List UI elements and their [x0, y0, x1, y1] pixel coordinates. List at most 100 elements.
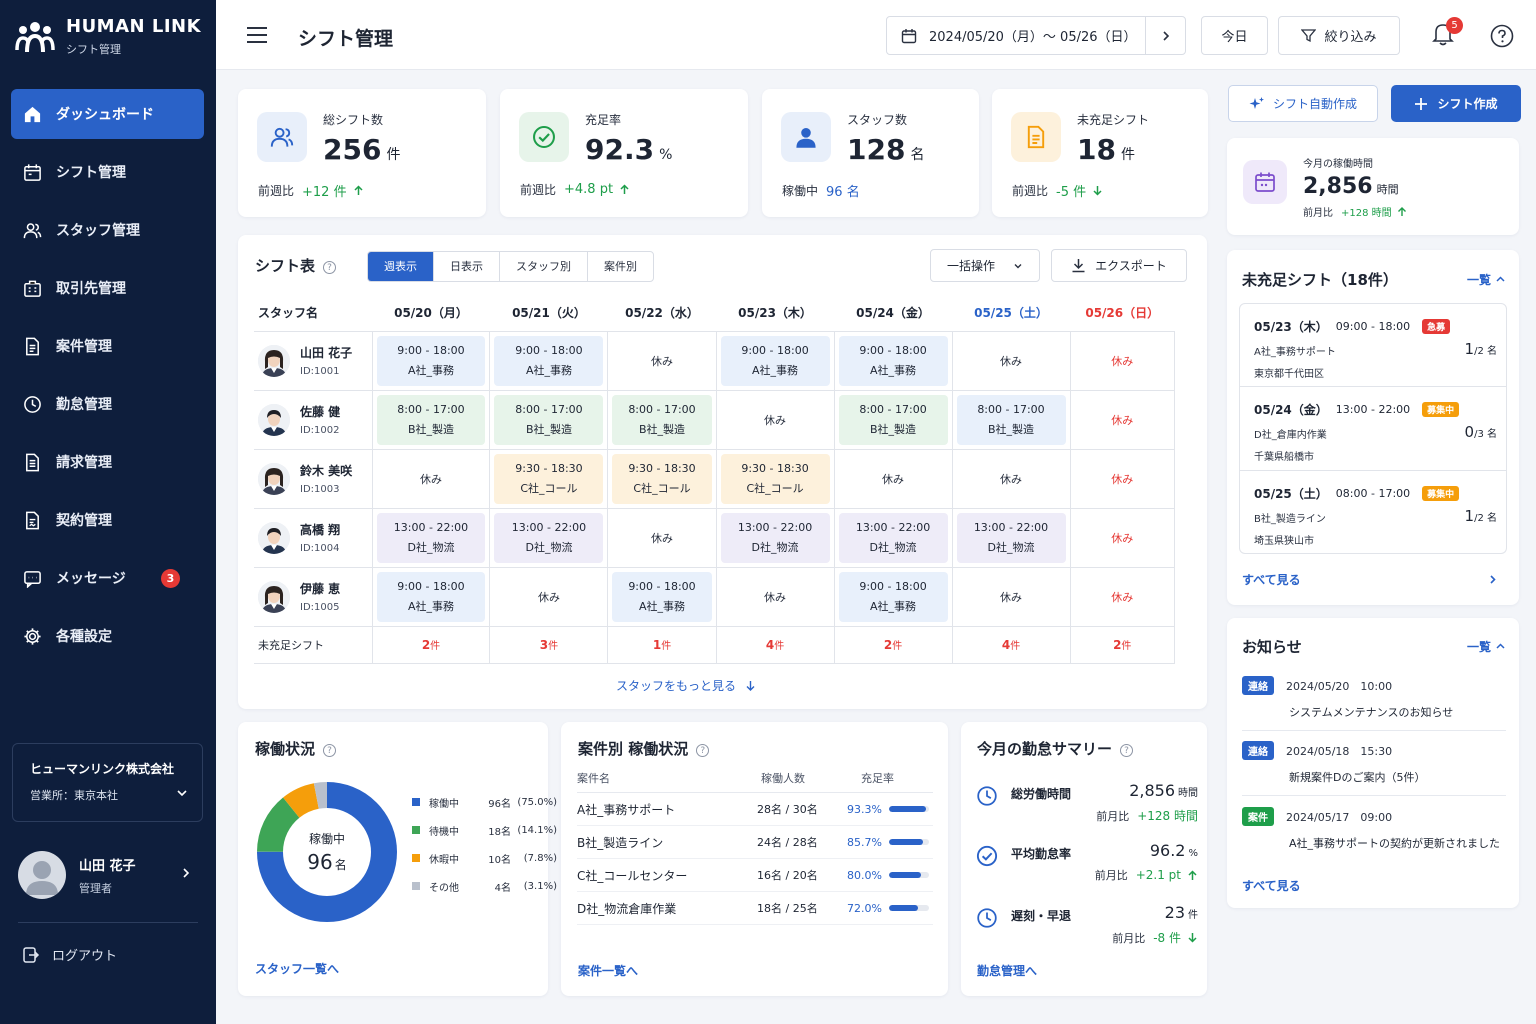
- news-list-link[interactable]: 一覧: [1467, 638, 1506, 655]
- shift-block[interactable]: 8:00 - 17:00 B社_製造: [956, 394, 1066, 445]
- case-row[interactable]: C社_コールセンター 16名 / 20名 80.0%: [577, 859, 933, 892]
- sidebar-item-settings[interactable]: 各種設定: [11, 611, 204, 661]
- bulk-action-dropdown[interactable]: 一括操作: [930, 249, 1040, 282]
- staff-cell[interactable]: 鈴木 美咲 ID:1003: [254, 448, 373, 509]
- shift-block[interactable]: 9:00 - 18:00 A社_事務: [376, 335, 486, 386]
- help-icon[interactable]: ?: [323, 261, 337, 274]
- shift-cell[interactable]: 9:00 - 18:00 A社_事務: [833, 330, 953, 391]
- shift-cell-off[interactable]: 休み: [607, 330, 717, 391]
- shift-block[interactable]: 9:00 - 18:00 A社_事務: [494, 335, 604, 386]
- news-item[interactable]: 連絡 2024/05/20 10:00 システムメンテナンスのお知らせ: [1242, 676, 1506, 731]
- understaffed-count-cell[interactable]: 2件: [371, 625, 491, 664]
- case-row[interactable]: D社_物流倉庫作業 18名 / 25名 72.0%: [577, 892, 933, 925]
- shift-cell-off[interactable]: 休み: [1069, 507, 1175, 568]
- shift-cell[interactable]: 9:00 - 18:00 A社_事務: [607, 566, 717, 627]
- understaffed-item[interactable]: 05/25（土） 08:00 - 17:00 募集中 B社_製造ライン 埼玉県狭山市…: [1239, 471, 1507, 554]
- shift-block[interactable]: 8:00 - 17:00 B社_製造: [376, 394, 486, 445]
- news-item[interactable]: 連絡 2024/05/18 15:30 新規案件Dのご案内（5件）: [1242, 741, 1506, 796]
- shift-cell[interactable]: 13:00 - 22:00 D社_物流: [371, 507, 491, 568]
- shift-cell[interactable]: 8:00 - 17:00 B社_製造: [951, 389, 1071, 450]
- filter-button[interactable]: 絞り込み: [1278, 16, 1400, 55]
- sidebar-item-dashboard[interactable]: ダッシュボード: [11, 89, 204, 139]
- view-tab[interactable]: スタッフ別: [500, 252, 588, 281]
- understaffed-count-cell[interactable]: 2件: [1069, 625, 1175, 664]
- shift-block[interactable]: 9:00 - 18:00 A社_事務: [376, 571, 486, 622]
- case-list-link[interactable]: 案件一覧へ: [578, 962, 638, 979]
- shift-cell-off[interactable]: 休み: [1069, 448, 1175, 509]
- shift-cell-off[interactable]: 休み: [951, 448, 1071, 509]
- shift-block[interactable]: 8:00 - 17:00 B社_製造: [612, 394, 712, 445]
- understaffed-item[interactable]: 05/23（木） 09:00 - 18:00 急募 A社_事務サポート 東京都千代田…: [1239, 303, 1507, 387]
- sidebar-item-shift[interactable]: シフト管理: [11, 147, 204, 197]
- shift-block[interactable]: 8:00 - 17:00 B社_製造: [838, 394, 948, 445]
- shift-cell[interactable]: 9:30 - 18:30 C社_コール: [715, 448, 835, 509]
- shift-block[interactable]: 9:00 - 18:00 A社_事務: [838, 335, 948, 386]
- shift-cell-off[interactable]: 休み: [1069, 330, 1175, 391]
- shift-cell[interactable]: 9:00 - 18:00 A社_事務: [371, 330, 491, 391]
- understaffed-see-all[interactable]: すべて見る: [1242, 571, 1498, 588]
- help-icon[interactable]: ?: [696, 744, 710, 757]
- shift-block[interactable]: 9:00 - 18:00 A社_事務: [612, 571, 712, 622]
- shift-cell[interactable]: 8:00 - 17:00 B社_製造: [607, 389, 717, 450]
- sidebar-item-case[interactable]: 案件管理: [11, 321, 204, 371]
- shift-cell[interactable]: 8:00 - 17:00 B社_製造: [489, 389, 609, 450]
- company-selector[interactable]: ヒューマンリンク株式会社 営業所：東京本社: [12, 743, 203, 822]
- help-icon[interactable]: ?: [1120, 744, 1134, 757]
- shift-cell[interactable]: 8:00 - 17:00 B社_製造: [833, 389, 953, 450]
- shift-cell-off[interactable]: 休み: [607, 507, 717, 568]
- shift-cell-off[interactable]: 休み: [715, 566, 835, 627]
- shift-cell[interactable]: 8:00 - 17:00 B社_製造: [371, 389, 491, 450]
- view-tab[interactable]: 案件別: [588, 252, 653, 281]
- sidebar-item-billing[interactable]: 請求管理: [11, 437, 204, 487]
- shift-cell[interactable]: 9:30 - 18:30 C社_コール: [489, 448, 609, 509]
- staff-list-link[interactable]: スタッフ一覧へ: [255, 960, 339, 977]
- shift-cell-off[interactable]: 休み: [1069, 566, 1175, 627]
- next-week-button[interactable]: [1145, 17, 1185, 54]
- shift-block[interactable]: 9:30 - 18:30 C社_コール: [612, 453, 712, 504]
- help-icon[interactable]: [1490, 24, 1514, 48]
- shift-block[interactable]: 13:00 - 22:00 D社_物流: [956, 512, 1066, 563]
- news-see-all[interactable]: すべて見る: [1242, 877, 1301, 894]
- today-button[interactable]: 今日: [1201, 16, 1268, 55]
- understaffed-count-cell[interactable]: 1件: [607, 625, 717, 664]
- view-tab[interactable]: 週表示: [368, 252, 434, 281]
- shift-cell-off[interactable]: 休み: [489, 566, 609, 627]
- news-item[interactable]: 案件 2024/05/17 09:00 A社_事務サポートの契約が更新されました: [1242, 807, 1506, 869]
- shift-block[interactable]: 13:00 - 22:00 D社_物流: [494, 512, 604, 563]
- shift-block[interactable]: 9:00 - 18:00 A社_事務: [838, 571, 948, 622]
- auto-create-shift-button[interactable]: シフト自動作成: [1228, 85, 1378, 122]
- staff-cell[interactable]: 佐藤 健 ID:1002: [254, 389, 373, 450]
- shift-cell[interactable]: 9:00 - 18:00 A社_事務: [489, 330, 609, 391]
- staff-cell[interactable]: 山田 花子 ID:1001: [254, 330, 373, 391]
- user-menu[interactable]: 山田 花子 管理者: [18, 850, 198, 900]
- shift-cell[interactable]: 13:00 - 22:00 D社_物流: [715, 507, 835, 568]
- shift-cell[interactable]: 9:00 - 18:00 A社_事務: [715, 330, 835, 391]
- sidebar-item-client[interactable]: 取引先管理: [11, 263, 204, 313]
- shift-block[interactable]: 9:30 - 18:30 C社_コール: [494, 453, 604, 504]
- shift-cell-off[interactable]: 休み: [833, 448, 953, 509]
- shift-block[interactable]: 13:00 - 22:00 D社_物流: [376, 512, 486, 563]
- shift-cell-off[interactable]: 休み: [371, 448, 491, 509]
- help-icon[interactable]: ?: [323, 744, 337, 757]
- shift-block[interactable]: 9:00 - 18:00 A社_事務: [720, 335, 830, 386]
- view-tab[interactable]: 日表示: [434, 252, 500, 281]
- brand[interactable]: HUMAN LINK シフト管理: [14, 16, 201, 57]
- shift-cell[interactable]: 9:30 - 18:30 C社_コール: [607, 448, 717, 509]
- shift-cell-off[interactable]: 休み: [715, 389, 835, 450]
- sidebar-item-contract[interactable]: 契約管理: [11, 495, 204, 545]
- show-more-staff-link[interactable]: スタッフをもっと見る: [616, 677, 756, 694]
- shift-block[interactable]: 13:00 - 22:00 D社_物流: [720, 512, 830, 563]
- understaffed-count-cell[interactable]: 2件: [833, 625, 953, 664]
- shift-cell[interactable]: 13:00 - 22:00 D社_物流: [951, 507, 1071, 568]
- attendance-link[interactable]: 勤怠管理へ: [977, 962, 1037, 979]
- sidebar-item-staff[interactable]: スタッフ管理: [11, 205, 204, 255]
- export-button[interactable]: エクスポート: [1051, 249, 1187, 282]
- shift-cell[interactable]: 9:00 - 18:00 A社_事務: [833, 566, 953, 627]
- shift-cell-off[interactable]: 休み: [951, 330, 1071, 391]
- shift-block[interactable]: 9:30 - 18:30 C社_コール: [720, 453, 830, 504]
- staff-cell[interactable]: 伊藤 恵 ID:1005: [254, 566, 373, 627]
- date-range-picker[interactable]: 2024/05/20（月）～ 05/26（日）: [886, 16, 1186, 55]
- logout-button[interactable]: ログアウト: [22, 945, 117, 964]
- understaffed-count-cell[interactable]: 4件: [715, 625, 835, 664]
- shift-block[interactable]: 8:00 - 17:00 B社_製造: [494, 394, 604, 445]
